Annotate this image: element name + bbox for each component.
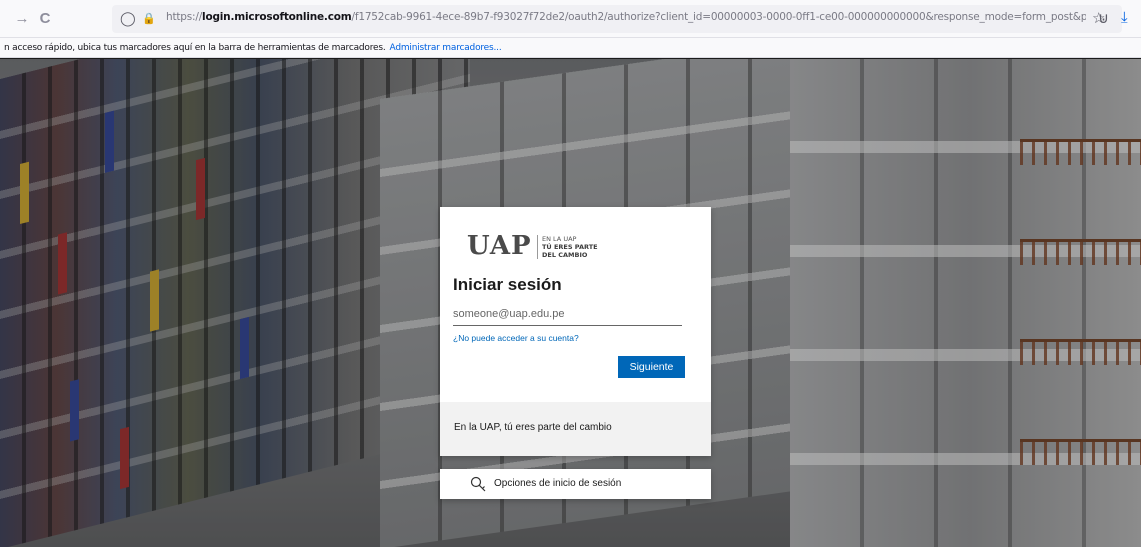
next-button[interactable]: Siguiente	[618, 356, 685, 378]
login-card-body: UAP EN LA UAP TÚ ERES PARTE DEL CAMBIO I…	[440, 207, 711, 402]
cant-access-link[interactable]: ¿No puede acceder a su cuenta?	[453, 333, 579, 343]
bookmarks-toolbar: n acceso rápido, ubica tus marcadores aq…	[0, 38, 1141, 58]
url-path: /f1752cab-9961-4ece-89b7-f93027f72de2/oa…	[351, 11, 1087, 23]
logo-tagline-1: EN LA UAP	[542, 235, 577, 243]
login-card-footer: En la UAP, tú eres parte del cambio	[440, 402, 711, 456]
pocket-icon[interactable]: ⊍	[1098, 9, 1109, 27]
url-text[interactable]: https://login.microsoftonline.com/f1752c…	[166, 11, 1086, 27]
browser-toolbar: → C ◯ 🔒 https://login.microsoftonline.co…	[0, 0, 1141, 38]
url-bar[interactable]: ◯ 🔒 https://login.microsoftonline.com/f1…	[112, 5, 1122, 33]
sign-in-options-button[interactable]: Opciones de inicio de sesión	[440, 469, 711, 499]
url-prefix: https://	[166, 11, 203, 23]
page-title: Iniciar sesión	[453, 275, 562, 294]
logo-tagline: EN LA UAP TÚ ERES PARTE DEL CAMBIO	[542, 235, 622, 259]
reload-icon[interactable]: C	[35, 9, 55, 29]
manage-bookmarks-link[interactable]: Administrar marcadores...	[390, 43, 502, 53]
forward-icon[interactable]: →	[12, 9, 32, 29]
logo-tagline-2: TÚ ERES PARTE	[542, 243, 598, 251]
download-icon[interactable]: ⤓	[1121, 9, 1128, 26]
logo-divider	[537, 235, 538, 259]
email-field[interactable]	[453, 302, 682, 326]
key-search-icon	[470, 476, 486, 492]
login-card: UAP EN LA UAP TÚ ERES PARTE DEL CAMBIO I…	[440, 207, 711, 456]
lock-icon[interactable]: 🔒	[142, 12, 156, 25]
url-host: login.microsoftonline.com	[202, 11, 352, 23]
tracking-shield-icon[interactable]: ◯	[120, 10, 136, 27]
logo-mark: UAP	[467, 231, 532, 261]
logo-tagline-3: DEL CAMBIO	[542, 251, 588, 259]
footer-text: En la UAP, tú eres parte del cambio	[454, 422, 612, 433]
sign-in-options-label: Opciones de inicio de sesión	[494, 478, 622, 489]
bookmarks-hint: n acceso rápido, ubica tus marcadores aq…	[4, 43, 386, 53]
